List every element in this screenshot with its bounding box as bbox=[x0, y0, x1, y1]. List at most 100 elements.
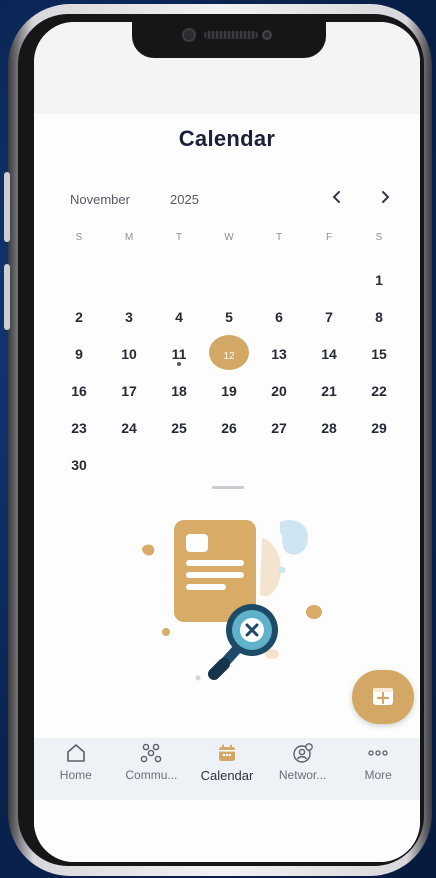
day-blank bbox=[104, 262, 154, 299]
day-cell[interactable]: 22 bbox=[354, 373, 404, 410]
day-cell[interactable]: 7 bbox=[304, 299, 354, 336]
day-cell[interactable]: 19 bbox=[204, 373, 254, 410]
calendar-grid: SMTWTFS 1 2 3 4 5 6 7 8 9 10 11 12 13 14 15 16 17 18 19 20 2… bbox=[54, 232, 404, 484]
add-event-button[interactable] bbox=[352, 670, 414, 724]
day-cell[interactable]: 8 bbox=[354, 299, 404, 336]
day-cell[interactable]: 14 bbox=[304, 336, 354, 373]
day-number: 6 bbox=[275, 309, 283, 325]
day-cell[interactable]: 2 bbox=[54, 299, 104, 336]
app-screen: Calendar November 2025 SMTWTFS 123456789… bbox=[34, 22, 420, 862]
day-cell[interactable]: 30 bbox=[54, 447, 104, 484]
day-cell[interactable]: 24 bbox=[104, 410, 154, 447]
day-number: 11 bbox=[171, 346, 187, 362]
weekday-label: S bbox=[75, 232, 83, 243]
day-number: 23 bbox=[71, 420, 87, 436]
day-cell[interactable]: 3 bbox=[104, 299, 154, 336]
day-cell[interactable]: 23 bbox=[54, 410, 104, 447]
day-number: 19 bbox=[221, 383, 237, 399]
weekday-label: S bbox=[375, 232, 383, 243]
community-icon bbox=[114, 742, 190, 764]
day-cell[interactable]: 27 bbox=[254, 410, 304, 447]
day-cell-selected[interactable]: 12 bbox=[204, 335, 254, 373]
day-number: 26 bbox=[221, 420, 237, 436]
chevron-right-icon[interactable] bbox=[380, 190, 390, 209]
speaker-grille bbox=[204, 31, 258, 39]
day-number: 15 bbox=[371, 346, 387, 362]
day-cell[interactable]: 16 bbox=[54, 373, 104, 410]
drag-handle[interactable] bbox=[212, 486, 244, 489]
year-label[interactable]: 2025 bbox=[170, 192, 199, 207]
day-blank bbox=[54, 262, 104, 299]
day-blank bbox=[304, 262, 354, 299]
nav-item-community[interactable]: Commu... bbox=[114, 738, 190, 800]
day-number: 12 bbox=[223, 351, 235, 362]
day-number: 10 bbox=[121, 346, 137, 362]
day-number: 27 bbox=[271, 420, 287, 436]
day-number: 29 bbox=[371, 420, 387, 436]
day-number: 28 bbox=[321, 420, 337, 436]
day-cell[interactable]: 9 bbox=[54, 336, 104, 373]
nav-label: More bbox=[364, 768, 392, 782]
day-number: 1 bbox=[375, 272, 383, 288]
day-cell[interactable]: 11 bbox=[154, 336, 204, 373]
day-number: 20 bbox=[271, 383, 287, 399]
day-number: 21 bbox=[321, 383, 337, 399]
weekday-header: SMTWTFS bbox=[54, 232, 404, 248]
day-cell[interactable]: 28 bbox=[304, 410, 354, 447]
day-cell[interactable]: 17 bbox=[104, 373, 154, 410]
day-number: 3 bbox=[125, 309, 133, 325]
weekday-label: T bbox=[175, 232, 183, 243]
nav-item-more-dots[interactable]: More bbox=[340, 738, 416, 800]
page-title: Calendar bbox=[178, 126, 276, 151]
day-cell[interactable]: 29 bbox=[354, 410, 404, 447]
day-cell[interactable]: 25 bbox=[154, 410, 204, 447]
add-event-icon bbox=[373, 688, 393, 705]
day-number: 7 bbox=[325, 309, 333, 325]
chevron-left-icon[interactable] bbox=[332, 190, 342, 209]
day-number: 30 bbox=[71, 457, 87, 473]
day-cell[interactable]: 6 bbox=[254, 299, 304, 336]
day-cell[interactable]: 20 bbox=[254, 373, 304, 410]
day-cell[interactable]: 13 bbox=[254, 336, 304, 373]
month-navigator: November 2025 bbox=[70, 190, 400, 212]
nav-label: Commu... bbox=[125, 768, 178, 782]
weekday-label: F bbox=[325, 232, 333, 243]
nav-label: Home bbox=[59, 768, 92, 782]
day-blank bbox=[204, 262, 254, 299]
day-number: 25 bbox=[171, 420, 187, 436]
day-cell[interactable]: 15 bbox=[354, 336, 404, 373]
sensor-icon bbox=[262, 30, 272, 40]
nav-label: Calendar bbox=[200, 768, 254, 783]
month-label[interactable]: November bbox=[70, 192, 130, 207]
day-number: 18 bbox=[171, 383, 187, 399]
nav-item-network[interactable]: Networ... bbox=[265, 738, 341, 800]
day-number: 5 bbox=[225, 309, 233, 325]
nav-item-home[interactable]: Home bbox=[38, 738, 114, 800]
day-cell[interactable]: 18 bbox=[154, 373, 204, 410]
day-cell[interactable]: 5 bbox=[204, 299, 254, 336]
side-button-upper bbox=[4, 172, 10, 242]
day-cell[interactable]: 26 bbox=[204, 410, 254, 447]
day-cell[interactable]: 4 bbox=[154, 299, 204, 336]
weekday-label: M bbox=[124, 232, 134, 243]
camera-icon bbox=[182, 28, 196, 42]
day-cell[interactable]: 21 bbox=[304, 373, 354, 410]
day-blank bbox=[154, 262, 204, 299]
bottom-navigation: Home Commu... Calendar Networ... More bbox=[34, 738, 420, 800]
day-number: 2 bbox=[75, 309, 83, 325]
side-button-lower bbox=[4, 264, 10, 330]
no-document-search-icon bbox=[134, 514, 334, 694]
day-cell[interactable]: 1 bbox=[354, 262, 404, 299]
day-number: 4 bbox=[175, 309, 183, 325]
day-number: 16 bbox=[71, 383, 87, 399]
home-indicator-area bbox=[34, 800, 420, 862]
weekday-label: W bbox=[224, 232, 234, 243]
day-number: 8 bbox=[375, 309, 383, 325]
network-icon bbox=[265, 742, 341, 764]
weekday-label: T bbox=[275, 232, 283, 243]
nav-item-calendar[interactable]: Calendar bbox=[189, 738, 265, 800]
nav-label: Networ... bbox=[278, 768, 327, 782]
day-number: 22 bbox=[371, 383, 387, 399]
day-cell[interactable]: 10 bbox=[104, 336, 154, 373]
phone-notch bbox=[132, 14, 326, 58]
